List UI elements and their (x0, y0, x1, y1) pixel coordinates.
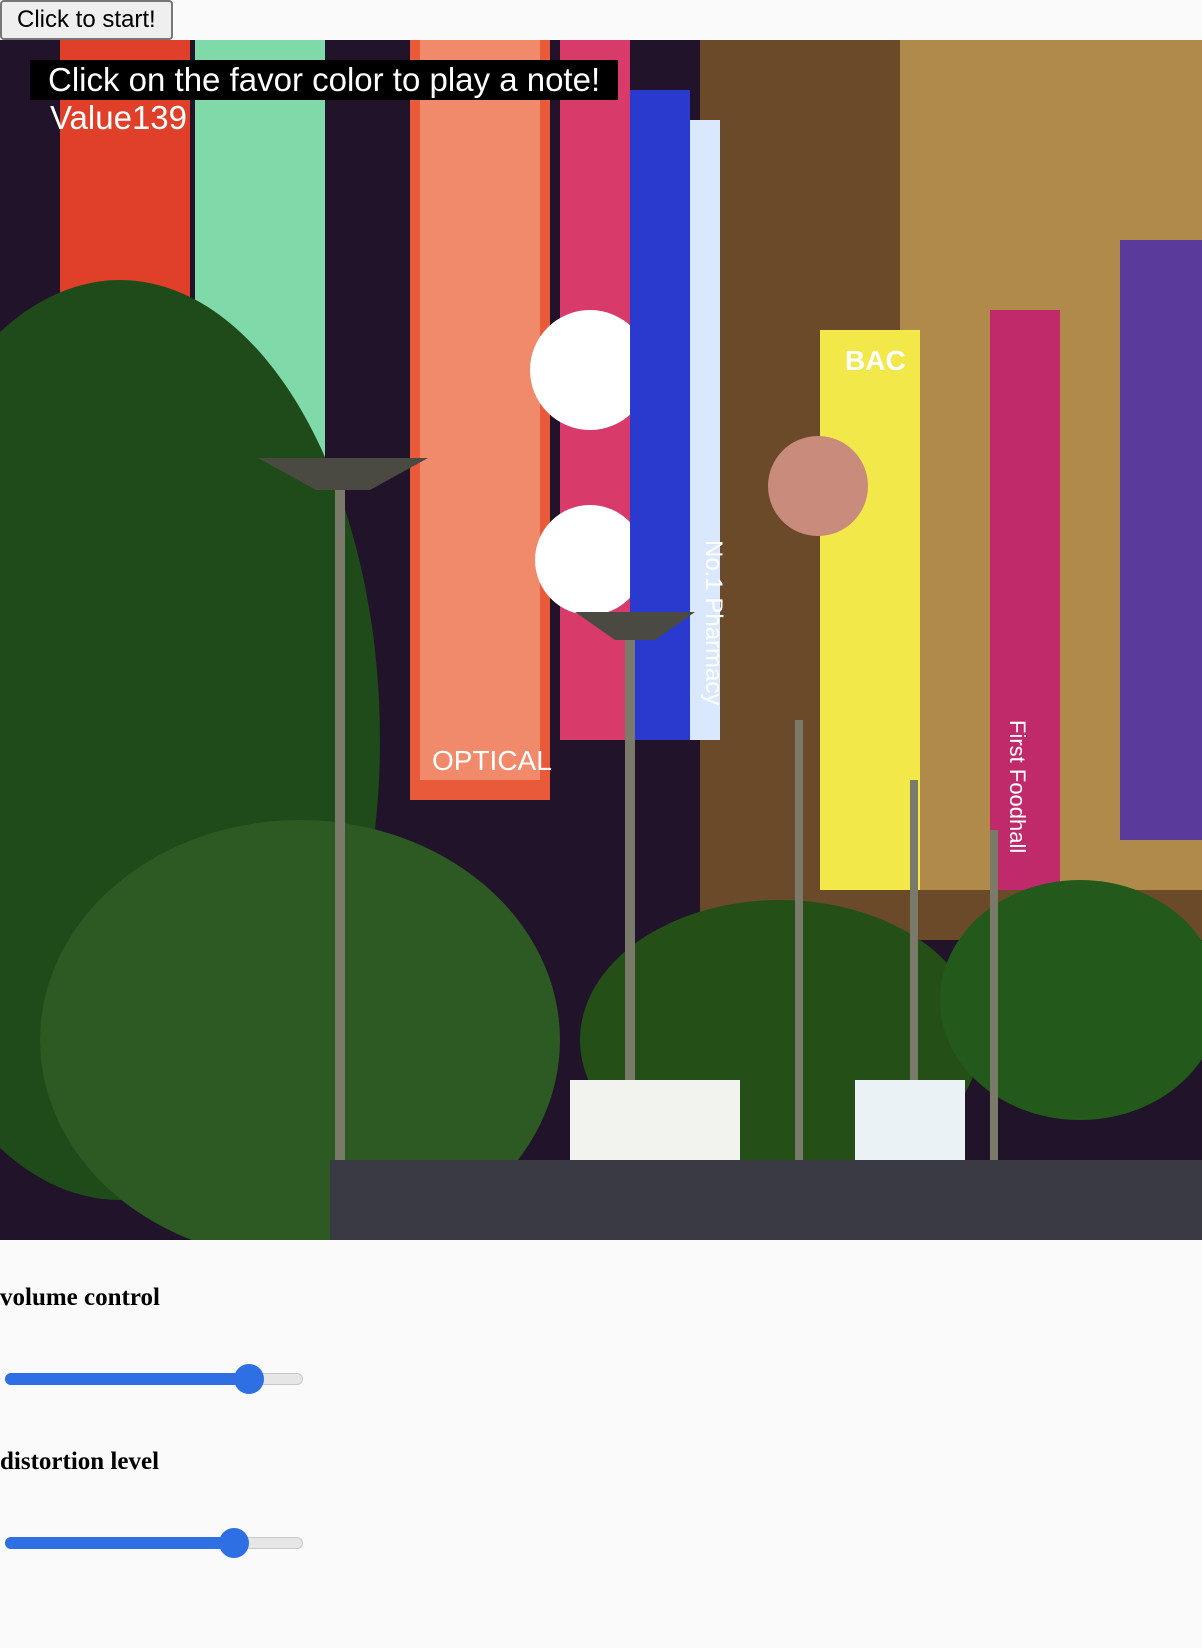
distortion-slider-thumb[interactable] (219, 1528, 249, 1558)
bac-sign-text: BAC (845, 345, 906, 376)
favor-color-swatch[interactable] (768, 436, 868, 536)
optical-sign-text: OPTICAL (432, 745, 552, 776)
volume-control-label: volume control (0, 1284, 160, 1311)
distortion-slider-fill (5, 1537, 234, 1549)
pharmacy-sign-text: No.1 Pharmacy (700, 540, 727, 705)
color-picker-canvas[interactable]: OPTICAL BAC No.1 Pharmacy First Foodhall… (0, 40, 1202, 1240)
distortion-slider[interactable] (5, 1527, 303, 1558)
volume-slider-fill (5, 1373, 249, 1385)
distortion-level-label: distortion level (0, 1448, 160, 1475)
instruction-banner: Click on the favor color to play a note! (30, 60, 619, 100)
volume-slider[interactable] (5, 1363, 303, 1394)
street-night-photo: OPTICAL BAC No.1 Pharmacy First Foodhall (0, 40, 1202, 1240)
volume-slider-thumb[interactable] (234, 1364, 264, 1394)
value-readout: Value139 (50, 99, 188, 136)
start-button[interactable]: Click to start! (0, 0, 173, 40)
foodhall-sign-text: First Foodhall (1005, 720, 1030, 853)
